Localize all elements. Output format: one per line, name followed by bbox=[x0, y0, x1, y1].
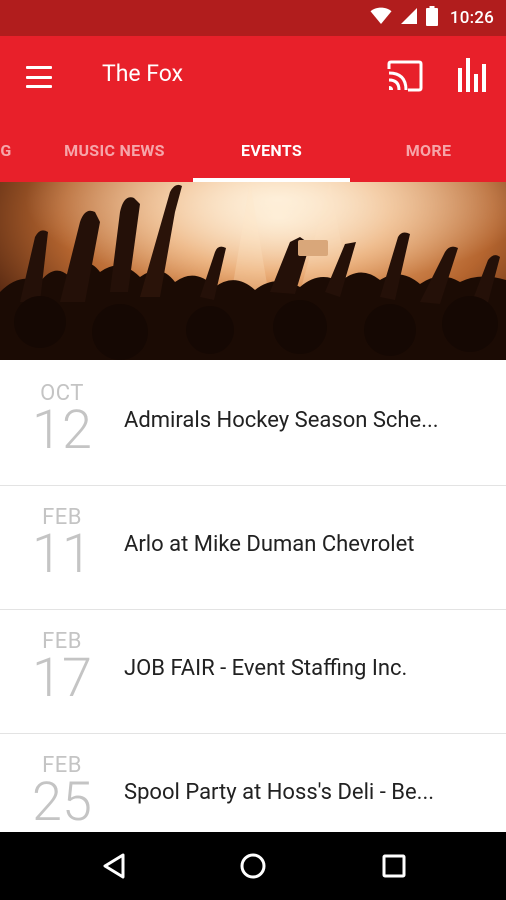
tab-more[interactable]: MORE bbox=[350, 118, 506, 182]
status-bar: 10:26 bbox=[0, 0, 506, 36]
list-item[interactable]: FEB 17 JOB FAIR - Event Staffing Inc. bbox=[0, 610, 506, 734]
event-date: FEB 25 bbox=[18, 754, 106, 830]
equalizer-icon[interactable] bbox=[455, 58, 491, 92]
event-date: OCT 12 bbox=[18, 382, 106, 458]
event-title: Spool Party at Hoss's Deli - Be... bbox=[124, 780, 435, 805]
event-day: 25 bbox=[32, 771, 92, 834]
tab-bar: G MUSIC NEWS EVENTS MORE bbox=[0, 118, 506, 182]
status-icons: 10:26 bbox=[370, 0, 494, 36]
event-title: JOB FAIR - Event Staffing Inc. bbox=[124, 656, 408, 681]
event-title: Admirals Hockey Season Sche... bbox=[124, 408, 439, 433]
tab-partial[interactable]: G bbox=[0, 118, 16, 182]
cast-icon[interactable] bbox=[386, 60, 424, 92]
app-title: The Fox bbox=[102, 60, 184, 87]
home-icon[interactable] bbox=[223, 832, 283, 900]
recents-icon[interactable] bbox=[364, 832, 424, 900]
list-item[interactable]: FEB 11 Arlo at Mike Duman Chevrolet bbox=[0, 486, 506, 610]
tab-music-news[interactable]: MUSIC NEWS bbox=[36, 118, 193, 182]
event-date: FEB 11 bbox=[18, 506, 106, 582]
menu-icon[interactable] bbox=[22, 62, 56, 92]
event-list: OCT 12 Admirals Hockey Season Sche... FE… bbox=[0, 362, 506, 858]
clock: 10:26 bbox=[449, 8, 494, 28]
event-day: 11 bbox=[32, 523, 92, 586]
list-item[interactable]: OCT 12 Admirals Hockey Season Sche... bbox=[0, 362, 506, 486]
navigation-bar bbox=[0, 832, 506, 900]
hero-image bbox=[0, 182, 506, 360]
battery-icon bbox=[425, 6, 438, 30]
event-day: 12 bbox=[32, 399, 92, 462]
tab-events[interactable]: EVENTS bbox=[193, 118, 350, 182]
signal-icon bbox=[400, 7, 418, 29]
event-date: FEB 17 bbox=[18, 630, 106, 706]
back-icon[interactable] bbox=[84, 832, 144, 900]
app-bar: The Fox bbox=[0, 36, 506, 118]
wifi-icon bbox=[370, 7, 392, 29]
event-day: 17 bbox=[32, 647, 92, 710]
event-title: Arlo at Mike Duman Chevrolet bbox=[124, 532, 415, 557]
